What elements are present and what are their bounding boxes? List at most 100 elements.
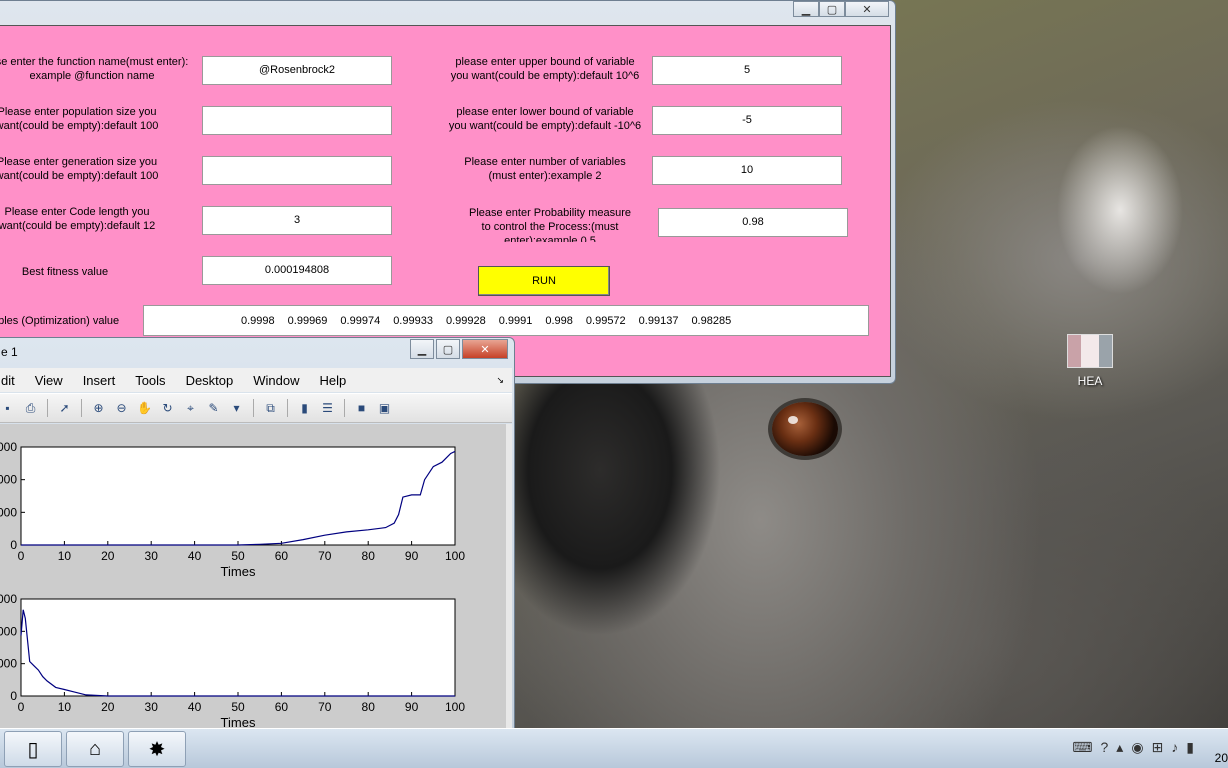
y-tick-label: 000: [0, 624, 17, 638]
figure-scrollbar[interactable]: [506, 424, 512, 729]
label-line: example @function name: [29, 70, 155, 82]
y-tick-label: 000: [0, 505, 17, 519]
label-line: Please enter number of variables: [464, 156, 626, 168]
menu-insert[interactable]: Insert: [73, 373, 126, 388]
colorbar-icon[interactable]: ▮: [296, 400, 313, 417]
maximize-button[interactable]: ▢: [436, 339, 460, 359]
qq-icon[interactable]: ◉: [1131, 739, 1143, 756]
variables-output: 0.9998 0.99969 0.99974 0.99933 0.99928 0…: [143, 305, 869, 336]
x-tick-label: 60: [275, 549, 289, 563]
show-plot-tools-icon[interactable]: ▣: [376, 400, 393, 417]
x-tick-label: 20: [101, 549, 115, 563]
x-tick-label: 70: [318, 700, 332, 714]
toolbar-separator: [47, 399, 48, 417]
x-tick-label: 70: [318, 549, 332, 563]
label-line: Please enter Code length you: [4, 206, 150, 218]
keyboard-icon[interactable]: ⌨: [1072, 739, 1092, 756]
x-axis-label: Times: [221, 564, 256, 579]
desktop-icon-label: HEA: [1077, 374, 1103, 388]
population-input[interactable]: [202, 106, 392, 135]
help-icon[interactable]: ?: [1101, 739, 1109, 756]
hea-icon: [1067, 334, 1113, 368]
variable-value: 0.99974: [340, 314, 381, 327]
network-icon[interactable]: ⊞: [1152, 739, 1164, 756]
gui-window: ▁ ▢ ✕ se enter the function name(must en…: [0, 0, 896, 384]
variable-value: 0.9998: [241, 314, 275, 327]
x-tick-label: 40: [188, 700, 202, 714]
num-vars-label: Please enter number of variables (must e…: [450, 155, 640, 183]
variable-value: 0.98285: [691, 314, 732, 327]
x-tick-label: 30: [145, 549, 159, 563]
x-tick-label: 20: [101, 700, 115, 714]
label-line: want(could be empty):default 12: [0, 220, 156, 232]
label-line: Please enter Probability measure: [468, 207, 632, 219]
minimize-button[interactable]: ▁: [410, 339, 434, 359]
menu-help[interactable]: Help: [310, 373, 357, 388]
menu-edit[interactable]: dit: [0, 373, 25, 388]
legend-icon[interactable]: ☰: [319, 400, 336, 417]
x-tick-label: 10: [58, 700, 72, 714]
figure-window-controls: ▁ ▢ ✕: [410, 339, 508, 359]
tray-arrow-icon[interactable]: ▴: [1116, 739, 1123, 756]
gui-window-controls: ▁ ▢ ✕: [793, 1, 889, 17]
generation-input[interactable]: [202, 156, 392, 185]
best-fitness-label: Best fitness value: [21, 266, 109, 278]
taskbar-matlab[interactable]: ⌂: [66, 731, 124, 767]
lower-bound-input[interactable]: -5: [652, 106, 842, 135]
menu-tools[interactable]: Tools: [125, 373, 175, 388]
best-fitness-output: 0.000194808: [202, 256, 392, 285]
zoom-out-icon[interactable]: ⊖: [113, 400, 130, 417]
system-tray: ⌨ ? ▴ ◉ ⊞ ♪ ▮: [1072, 739, 1194, 756]
hide-plot-tools-icon[interactable]: ■: [353, 400, 370, 417]
menu-view[interactable]: View: [25, 373, 73, 388]
minimize-button[interactable]: ▁: [793, 1, 819, 17]
variable-value: 0.99928: [445, 314, 486, 327]
close-button[interactable]: ✕: [462, 339, 508, 359]
volume-icon[interactable]: ♪: [1171, 739, 1178, 756]
menu-desktop[interactable]: Desktop: [176, 373, 244, 388]
x-tick-label: 80: [362, 549, 376, 563]
y-tick-label: 000: [0, 473, 17, 487]
brush-dropdown-icon[interactable]: ▾: [228, 400, 245, 417]
x-tick-label: 0: [18, 700, 25, 714]
brush-icon[interactable]: ✎: [205, 400, 222, 417]
code-length-input[interactable]: 3: [202, 206, 392, 235]
close-button[interactable]: ✕: [845, 1, 889, 17]
rotate-icon[interactable]: ↻: [159, 400, 176, 417]
clock[interactable]: 20: [1215, 751, 1228, 765]
pointer-icon[interactable]: ➚: [56, 400, 73, 417]
maximize-button[interactable]: ▢: [819, 1, 845, 17]
run-button[interactable]: RUN: [478, 266, 610, 296]
dock-arrow-icon[interactable]: ↘: [496, 375, 504, 386]
power-icon[interactable]: ▮: [1186, 739, 1194, 756]
print-icon[interactable]: ⎙: [22, 400, 39, 417]
plot-axes-1: [20, 446, 456, 546]
taskbar-notepad[interactable]: ▯: [4, 731, 62, 767]
pan-icon[interactable]: ✋: [136, 400, 153, 417]
label-line: Please enter population size you: [0, 106, 157, 118]
probability-input[interactable]: 0.98: [658, 208, 848, 237]
label-line: want(could be empty):default 100: [0, 170, 159, 182]
save-icon[interactable]: ▪: [0, 400, 16, 417]
zoom-in-icon[interactable]: ⊕: [90, 400, 107, 417]
y-tick-label: 0: [10, 538, 17, 552]
taskbar-paint[interactable]: ✸: [128, 731, 186, 767]
upper-bound-input[interactable]: 5: [652, 56, 842, 85]
label-line: enter):example 0.5: [504, 235, 596, 242]
menu-window[interactable]: Window: [243, 373, 309, 388]
desktop-icon-hea[interactable]: HEA: [1062, 334, 1118, 388]
x-tick-label: 90: [405, 700, 419, 714]
num-vars-input[interactable]: 10: [652, 156, 842, 185]
x-tick-label: 30: [145, 700, 159, 714]
link-plot-icon[interactable]: ⧉: [262, 400, 279, 417]
toolbar-separator: [253, 399, 254, 417]
variable-value: 0.99137: [638, 314, 679, 327]
x-tick-label: 40: [188, 549, 202, 563]
label-line: Please enter generation size you: [0, 156, 158, 168]
figure-menubar: dit View Insert Tools Desktop Window Hel…: [0, 368, 512, 392]
data-cursor-icon[interactable]: ⌖: [182, 400, 199, 417]
function-name-input[interactable]: @Rosenbrock2: [202, 56, 392, 85]
x-tick-label: 100: [445, 549, 465, 563]
figure-toolbar: ▪ ⎙ ➚ ⊕ ⊖ ✋ ↻ ⌖ ✎ ▾ ⧉ ▮ ☰ ■ ▣: [0, 393, 512, 423]
label-line: please enter upper bound of variable: [455, 56, 635, 68]
